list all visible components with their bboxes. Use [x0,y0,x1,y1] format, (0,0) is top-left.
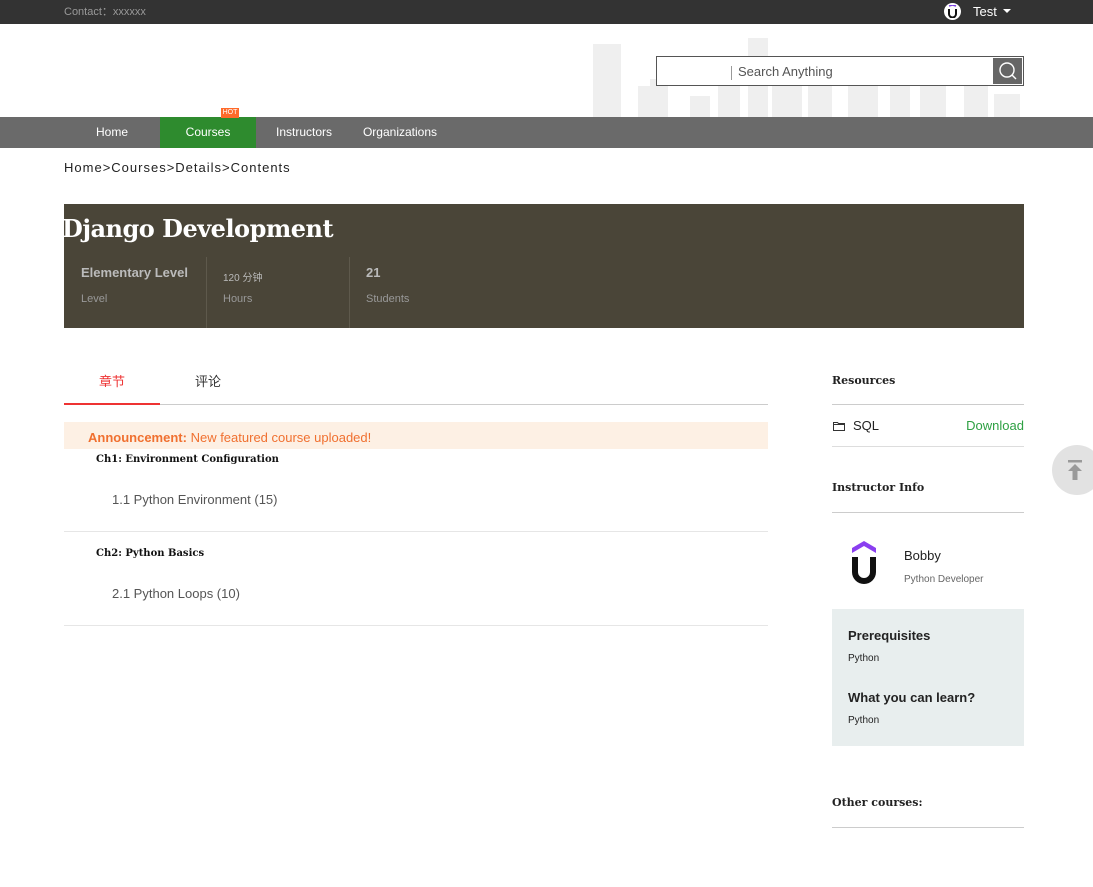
course-title: Django Development [62,214,334,243]
search-button[interactable] [993,58,1022,84]
tab-comments[interactable]: 评论 [160,364,256,404]
search-icon [998,62,1016,80]
chapter-block: Ch2: Python Basics 2.1 Python Loops (10) [64,532,768,626]
chapter-title: Ch2: Python Basics [96,548,205,559]
chapter-title: Ch1: Environment Configuration [96,454,279,465]
announcement-text: New featured course uploaded! [190,430,372,445]
back-to-top-icon [1068,460,1082,480]
instructor-logo-icon [852,541,876,584]
user-menu[interactable]: Test [944,1,1011,21]
content-tabs: 章节 评论 [64,364,768,405]
breadcrumb-details[interactable]: Details [175,160,222,175]
stat-level: Elementary Level Level [64,257,206,328]
breadcrumb-contents: Contents [230,160,291,175]
search-input[interactable] [738,61,988,81]
header [0,24,1093,117]
other-courses-heading: Other courses: [832,796,1024,828]
students-label: Students [366,293,410,305]
breadcrumb-courses[interactable]: Courses [111,160,166,175]
breadcrumb-separator: > [102,160,112,175]
hot-badge: HOT [221,108,239,118]
breadcrumb: Home>Courses>Details>Contents [64,160,291,175]
level-value: Elementary Level [81,265,188,280]
folder-icon [833,422,845,431]
search-bar [656,56,1024,86]
instructor-title: Python Developer [904,574,984,585]
breadcrumb-home[interactable]: Home [64,160,103,175]
announcement-prefix: Announcement: [88,430,187,445]
main-nav: Home Courses Instructors Organizations [0,117,1093,148]
announcement-bar: Announcement: New featured course upload… [64,422,768,449]
level-label: Level [81,293,108,305]
search-divider [731,66,732,80]
nav-item-organizations[interactable]: Organizations [352,117,448,148]
learn-heading: What you can learn? [848,690,976,705]
prerequisites-text: Python [848,653,880,664]
breadcrumb-separator: > [166,160,176,175]
user-avatar-icon [944,2,961,20]
nav-item-home[interactable]: Home [64,117,160,148]
hours-value: 120 分钟 [223,273,263,284]
course-banner: Django Development Elementary Level Leve… [62,204,1024,328]
breadcrumb-separator: > [222,160,231,175]
resource-name: SQL [853,418,880,433]
resources-heading: Resources [832,374,1024,405]
instructor-heading: Instructor Info [832,481,1024,513]
instructor-name[interactable]: Bobby [904,548,941,563]
back-to-top-button[interactable] [1052,445,1093,495]
stat-hours: 120 分钟 Hours [206,257,349,328]
username: Test [973,3,997,19]
nav-item-courses[interactable]: Courses [160,117,256,148]
contact-info: Contact：xxxxxx [64,6,146,18]
chapter-block: Ch1: Environment Configuration 1.1 Pytho… [64,449,768,532]
tab-chapters[interactable]: 章节 [64,364,160,405]
students-value: 21 [366,265,381,280]
resource-item: SQL Download [832,405,1024,447]
top-bar: Contact：xxxxxx Test [0,0,1093,24]
lesson-link[interactable]: 2.1 Python Loops (10) [112,586,240,601]
download-link[interactable]: Download [966,418,1024,433]
caret-down-icon [1002,9,1011,13]
hours-label: Hours [223,293,253,305]
learn-text: Python [848,715,880,726]
course-requirements: Prerequisites Python What you can learn?… [832,609,1024,746]
prerequisites-heading: Prerequisites [848,628,931,643]
stat-students: 21 Students [349,257,489,328]
nav-item-instructors[interactable]: Instructors [256,117,352,148]
lesson-link[interactable]: 1.1 Python Environment (15) [112,492,277,507]
